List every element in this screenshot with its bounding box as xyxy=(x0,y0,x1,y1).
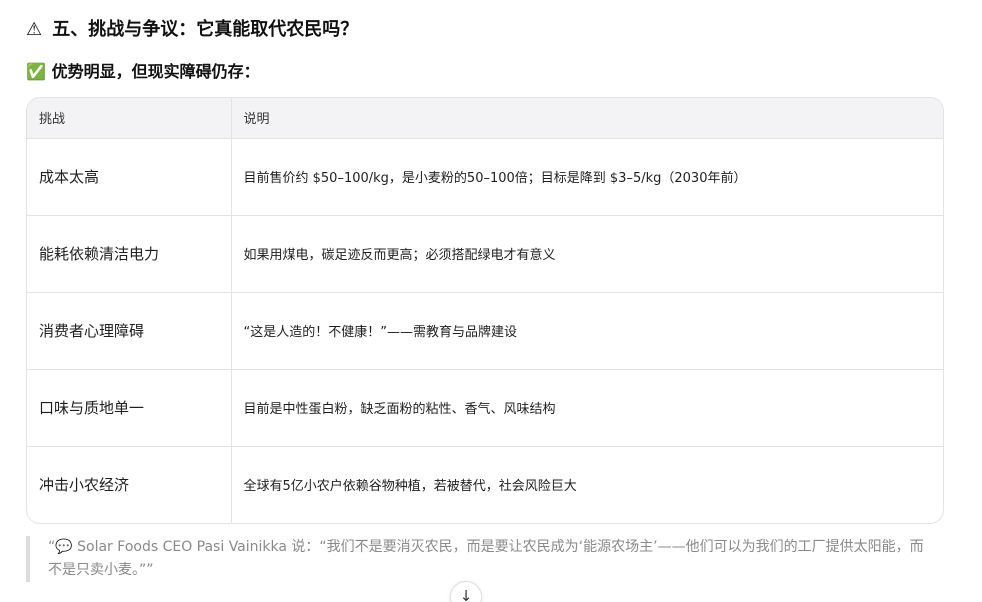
check-icon: ✅ xyxy=(26,62,46,81)
table-row: 能耗依赖清洁电力 如果用煤电，碳足迹反而更高；必须搭配绿电才有意义 xyxy=(27,214,943,292)
description-cell: 全球有5亿小农户依赖谷物种植，若被替代，社会风险巨大 xyxy=(230,445,943,523)
section-heading: ⚠ 五、挑战与争议：它真能取代农民吗？ xyxy=(26,16,358,44)
challenge-cell: 口味与质地单一 xyxy=(27,368,231,446)
section-title: 五、挑战与争议：它真能取代农民吗？ xyxy=(52,19,359,40)
table-row: 冲击小农经济 全球有5亿小农户依赖谷物种植，若被替代，社会风险巨大 xyxy=(27,445,943,523)
table-row: 口味与质地单一 目前是中性蛋白粉，缺乏面粉的粘性、香气、风味结构 xyxy=(27,368,943,446)
challenges-table: 挑战 说明 成本太高 目前售价约 $50–100/kg，是小麦粉的50–100倍… xyxy=(26,97,944,524)
page: ⚠ 五、挑战与争议：它真能取代农民吗？ ✅ 优势明显，但现实障碍仍存： 挑战 说… xyxy=(0,0,982,602)
table-row: 成本太高 目前售价约 $50–100/kg，是小麦粉的50–100倍；目标是降到… xyxy=(27,138,943,215)
warning-icon: ⚠ xyxy=(26,19,43,40)
description-cell: “这是人造的！不健康！”——需教育与品牌建设 xyxy=(230,291,943,369)
arrow-down-icon: ↓ xyxy=(459,587,473,602)
description-cell: 如果用煤电，碳足迹反而更高；必须搭配绿电才有意义 xyxy=(230,214,943,292)
challenge-cell: 成本太高 xyxy=(39,168,100,186)
description-cell: 目前售价约 $50–100/kg，是小麦粉的50–100倍；目标是降到 $3–5… xyxy=(230,138,943,215)
scroll-to-bottom-button[interactable]: ↓ xyxy=(450,581,482,602)
quote-text: “💬 Solar Foods CEO Pasi Vainikka 说：“我们不是… xyxy=(48,539,924,578)
description-cell: 目前是中性蛋白粉，缺乏面粉的粘性、香气、风味结构 xyxy=(230,368,943,446)
column-header-description: 说明 xyxy=(230,98,943,139)
table-header-row: 挑战 说明 xyxy=(27,98,943,139)
column-header-challenge: 挑战 xyxy=(27,98,231,139)
table-row: 消费者心理障碍 “这是人造的！不健康！”——需教育与品牌建设 xyxy=(27,291,943,369)
sub-heading: ✅ 优势明显，但现实障碍仍存： xyxy=(26,60,260,84)
sub-heading-title: 优势明显，但现实障碍仍存： xyxy=(51,62,260,81)
blockquote: “💬 Solar Foods CEO Pasi Vainikka 说：“我们不是… xyxy=(26,536,930,582)
challenge-cell: 冲击小农经济 xyxy=(27,445,231,523)
challenge-cell: 消费者心理障碍 xyxy=(27,291,231,369)
challenge-cell: 能耗依赖清洁电力 xyxy=(27,214,231,292)
